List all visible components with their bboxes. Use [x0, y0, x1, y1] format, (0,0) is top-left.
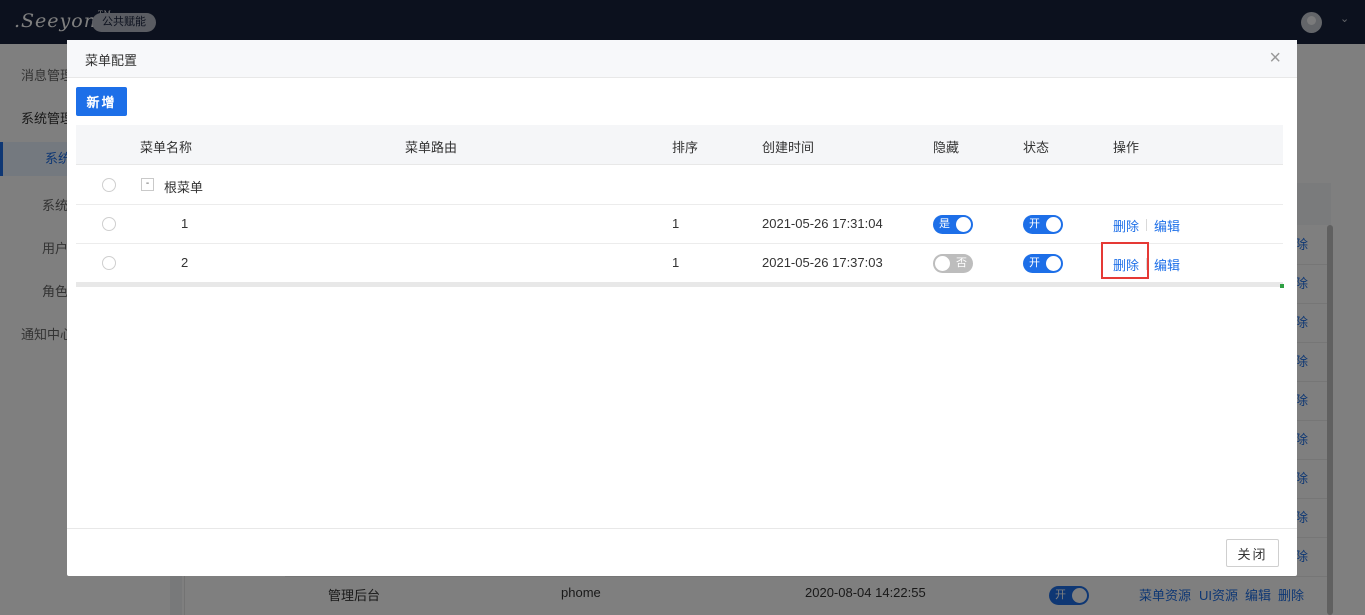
column-header-hidden: 隐藏 [933, 140, 960, 155]
column-header-created-time: 创建时间 [762, 140, 815, 155]
menu-tree-table: 菜单名称 菜单路由 排序 创建时间 隐藏 状态 操作 - 根菜单 1 1 202… [76, 125, 1283, 287]
hidden-toggle-switch[interactable]: 否 [933, 254, 973, 273]
dialog-title: 菜单配置 [85, 53, 138, 68]
table-row: 2 1 2021-05-26 17:37:03 否 开 删除 编辑 [76, 244, 1283, 283]
column-header-menu-route: 菜单路由 [405, 140, 458, 155]
collapse-toggle-icon[interactable]: - [141, 178, 154, 191]
edit-link[interactable]: 编辑 [1154, 216, 1180, 235]
status-toggle-switch[interactable]: 开 [1023, 215, 1063, 234]
sort-cell: 1 [672, 216, 680, 231]
menu-config-dialog: 菜单配置 × 新增 菜单名称 菜单路由 排序 创建时间 隐藏 状态 操作 - 根… [67, 40, 1297, 576]
menu-name-cell: 根菜单 [164, 180, 204, 195]
table-header: 菜单名称 菜单路由 排序 创建时间 隐藏 状态 操作 [76, 125, 1283, 165]
action-separator [1146, 258, 1147, 270]
add-button[interactable]: 新增 [76, 87, 127, 116]
menu-name-cell: 1 [181, 216, 189, 231]
created-time-cell: 2021-05-26 17:37:03 [762, 255, 883, 270]
hidden-toggle-switch[interactable]: 是 [933, 215, 973, 234]
row-select-radio[interactable] [102, 256, 116, 270]
close-icon[interactable]: × [1269, 48, 1281, 68]
menu-name-cell: 2 [181, 255, 189, 270]
dialog-footer: 关闭 [67, 528, 1297, 576]
status-toggle-switch[interactable]: 开 [1023, 254, 1063, 273]
resize-indicator [1280, 284, 1284, 288]
table-row-root: - 根菜单 [76, 166, 1283, 205]
row-select-radio[interactable] [102, 178, 116, 192]
action-separator [1146, 219, 1147, 231]
close-button[interactable]: 关闭 [1226, 539, 1279, 567]
row-select-radio[interactable] [102, 217, 116, 231]
dialog-header: 菜单配置 × [67, 40, 1297, 78]
created-time-cell: 2021-05-26 17:31:04 [762, 216, 883, 231]
column-header-sort: 排序 [672, 140, 699, 155]
delete-link[interactable]: 删除 [1113, 255, 1139, 274]
delete-link[interactable]: 删除 [1113, 216, 1139, 235]
column-header-status: 状态 [1023, 140, 1050, 155]
sort-cell: 1 [672, 255, 680, 270]
table-row: 1 1 2021-05-26 17:31:04 是 开 删除 编辑 [76, 205, 1283, 244]
edit-link[interactable]: 编辑 [1154, 255, 1180, 274]
table-horizontal-scrollbar[interactable] [76, 282, 1283, 287]
column-header-menu-name: 菜单名称 [140, 140, 193, 155]
column-header-actions: 操作 [1113, 140, 1140, 155]
